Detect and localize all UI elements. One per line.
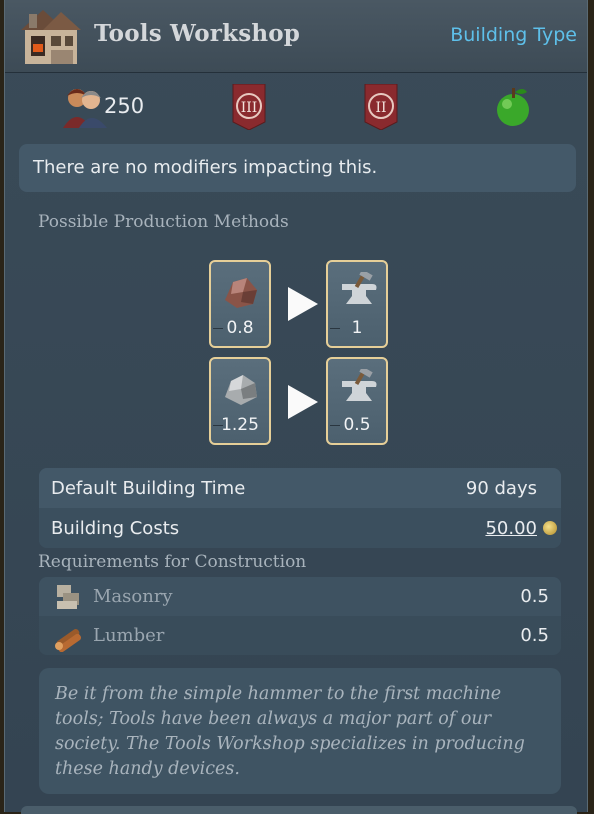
stone-ore-icon xyxy=(225,375,257,405)
requirement-value: 0.5 xyxy=(520,586,549,607)
banner-label-ii: II xyxy=(375,100,386,116)
apple-icon[interactable] xyxy=(493,84,533,128)
panel-bottom-edge xyxy=(21,806,577,814)
production-methods-heading: Possible Production Methods xyxy=(38,212,289,232)
pm2-output-value: 0.5 xyxy=(343,415,371,435)
anvil-icon xyxy=(342,369,377,401)
iron-ore-icon xyxy=(225,278,257,308)
building-time-value: 90 days xyxy=(465,478,537,499)
requirements-heading: Requirements for Construction xyxy=(38,552,307,572)
stats-row: 250 III II xyxy=(5,76,587,136)
description-box: Be it from the simple hammer to the firs… xyxy=(39,668,561,794)
arrow-icon xyxy=(288,287,318,321)
anvil-icon xyxy=(342,272,377,304)
pm2-output-card[interactable]: 0.5 xyxy=(326,357,388,445)
pm1-input-value: 0.8 xyxy=(226,318,254,338)
population-icon[interactable] xyxy=(61,84,109,128)
requirement-row[interactable]: Lumber 0.5 xyxy=(39,616,561,655)
population-value: 250 xyxy=(104,94,145,118)
building-tooltip-panel: Tools Workshop Building Type 250 III II xyxy=(4,0,588,814)
requirements-box: Masonry 0.5 Lumber 0.5 xyxy=(39,577,561,655)
coin-icon xyxy=(543,521,557,535)
pm1-output-value: 1 xyxy=(351,318,363,338)
requirement-row[interactable]: Masonry 0.5 xyxy=(39,577,561,616)
banner-label-iii: III xyxy=(241,100,258,116)
building-title: Tools Workshop xyxy=(94,20,301,47)
pm1-input-card[interactable]: 0.8 xyxy=(209,260,271,348)
requirement-value: 0.5 xyxy=(520,625,549,646)
rank-banner-iii[interactable]: III xyxy=(231,84,267,130)
lumber-icon xyxy=(55,629,82,652)
modifiers-text: There are no modifiers impacting this. xyxy=(33,157,378,178)
requirement-label: Masonry xyxy=(93,586,173,607)
building-info-box: Default Building Time 90 days Building C… xyxy=(39,468,561,548)
modifiers-box: There are no modifiers impacting this. xyxy=(19,144,576,192)
header: Tools Workshop Building Type xyxy=(5,0,587,73)
description-text: Be it from the simple hammer to the firs… xyxy=(55,684,525,779)
building-type-link[interactable]: Building Type xyxy=(450,24,577,46)
pm2-input-card[interactable]: 1.25 xyxy=(209,357,271,445)
building-cost-value[interactable]: 50.00 xyxy=(485,518,537,539)
building-cost-row: Building Costs 50.00 xyxy=(39,508,561,548)
rank-banner-ii[interactable]: II xyxy=(363,84,399,130)
workshop-building-icon xyxy=(21,10,81,64)
pm2-input-value: 1.25 xyxy=(221,415,259,435)
pm1-output-card[interactable]: 1 xyxy=(326,260,388,348)
masonry-icon xyxy=(57,585,79,609)
building-time-row: Default Building Time 90 days xyxy=(39,468,561,508)
arrow-icon xyxy=(288,385,318,419)
requirement-label: Lumber xyxy=(93,625,165,646)
building-cost-label: Building Costs xyxy=(51,518,180,539)
building-time-label: Default Building Time xyxy=(51,478,246,499)
